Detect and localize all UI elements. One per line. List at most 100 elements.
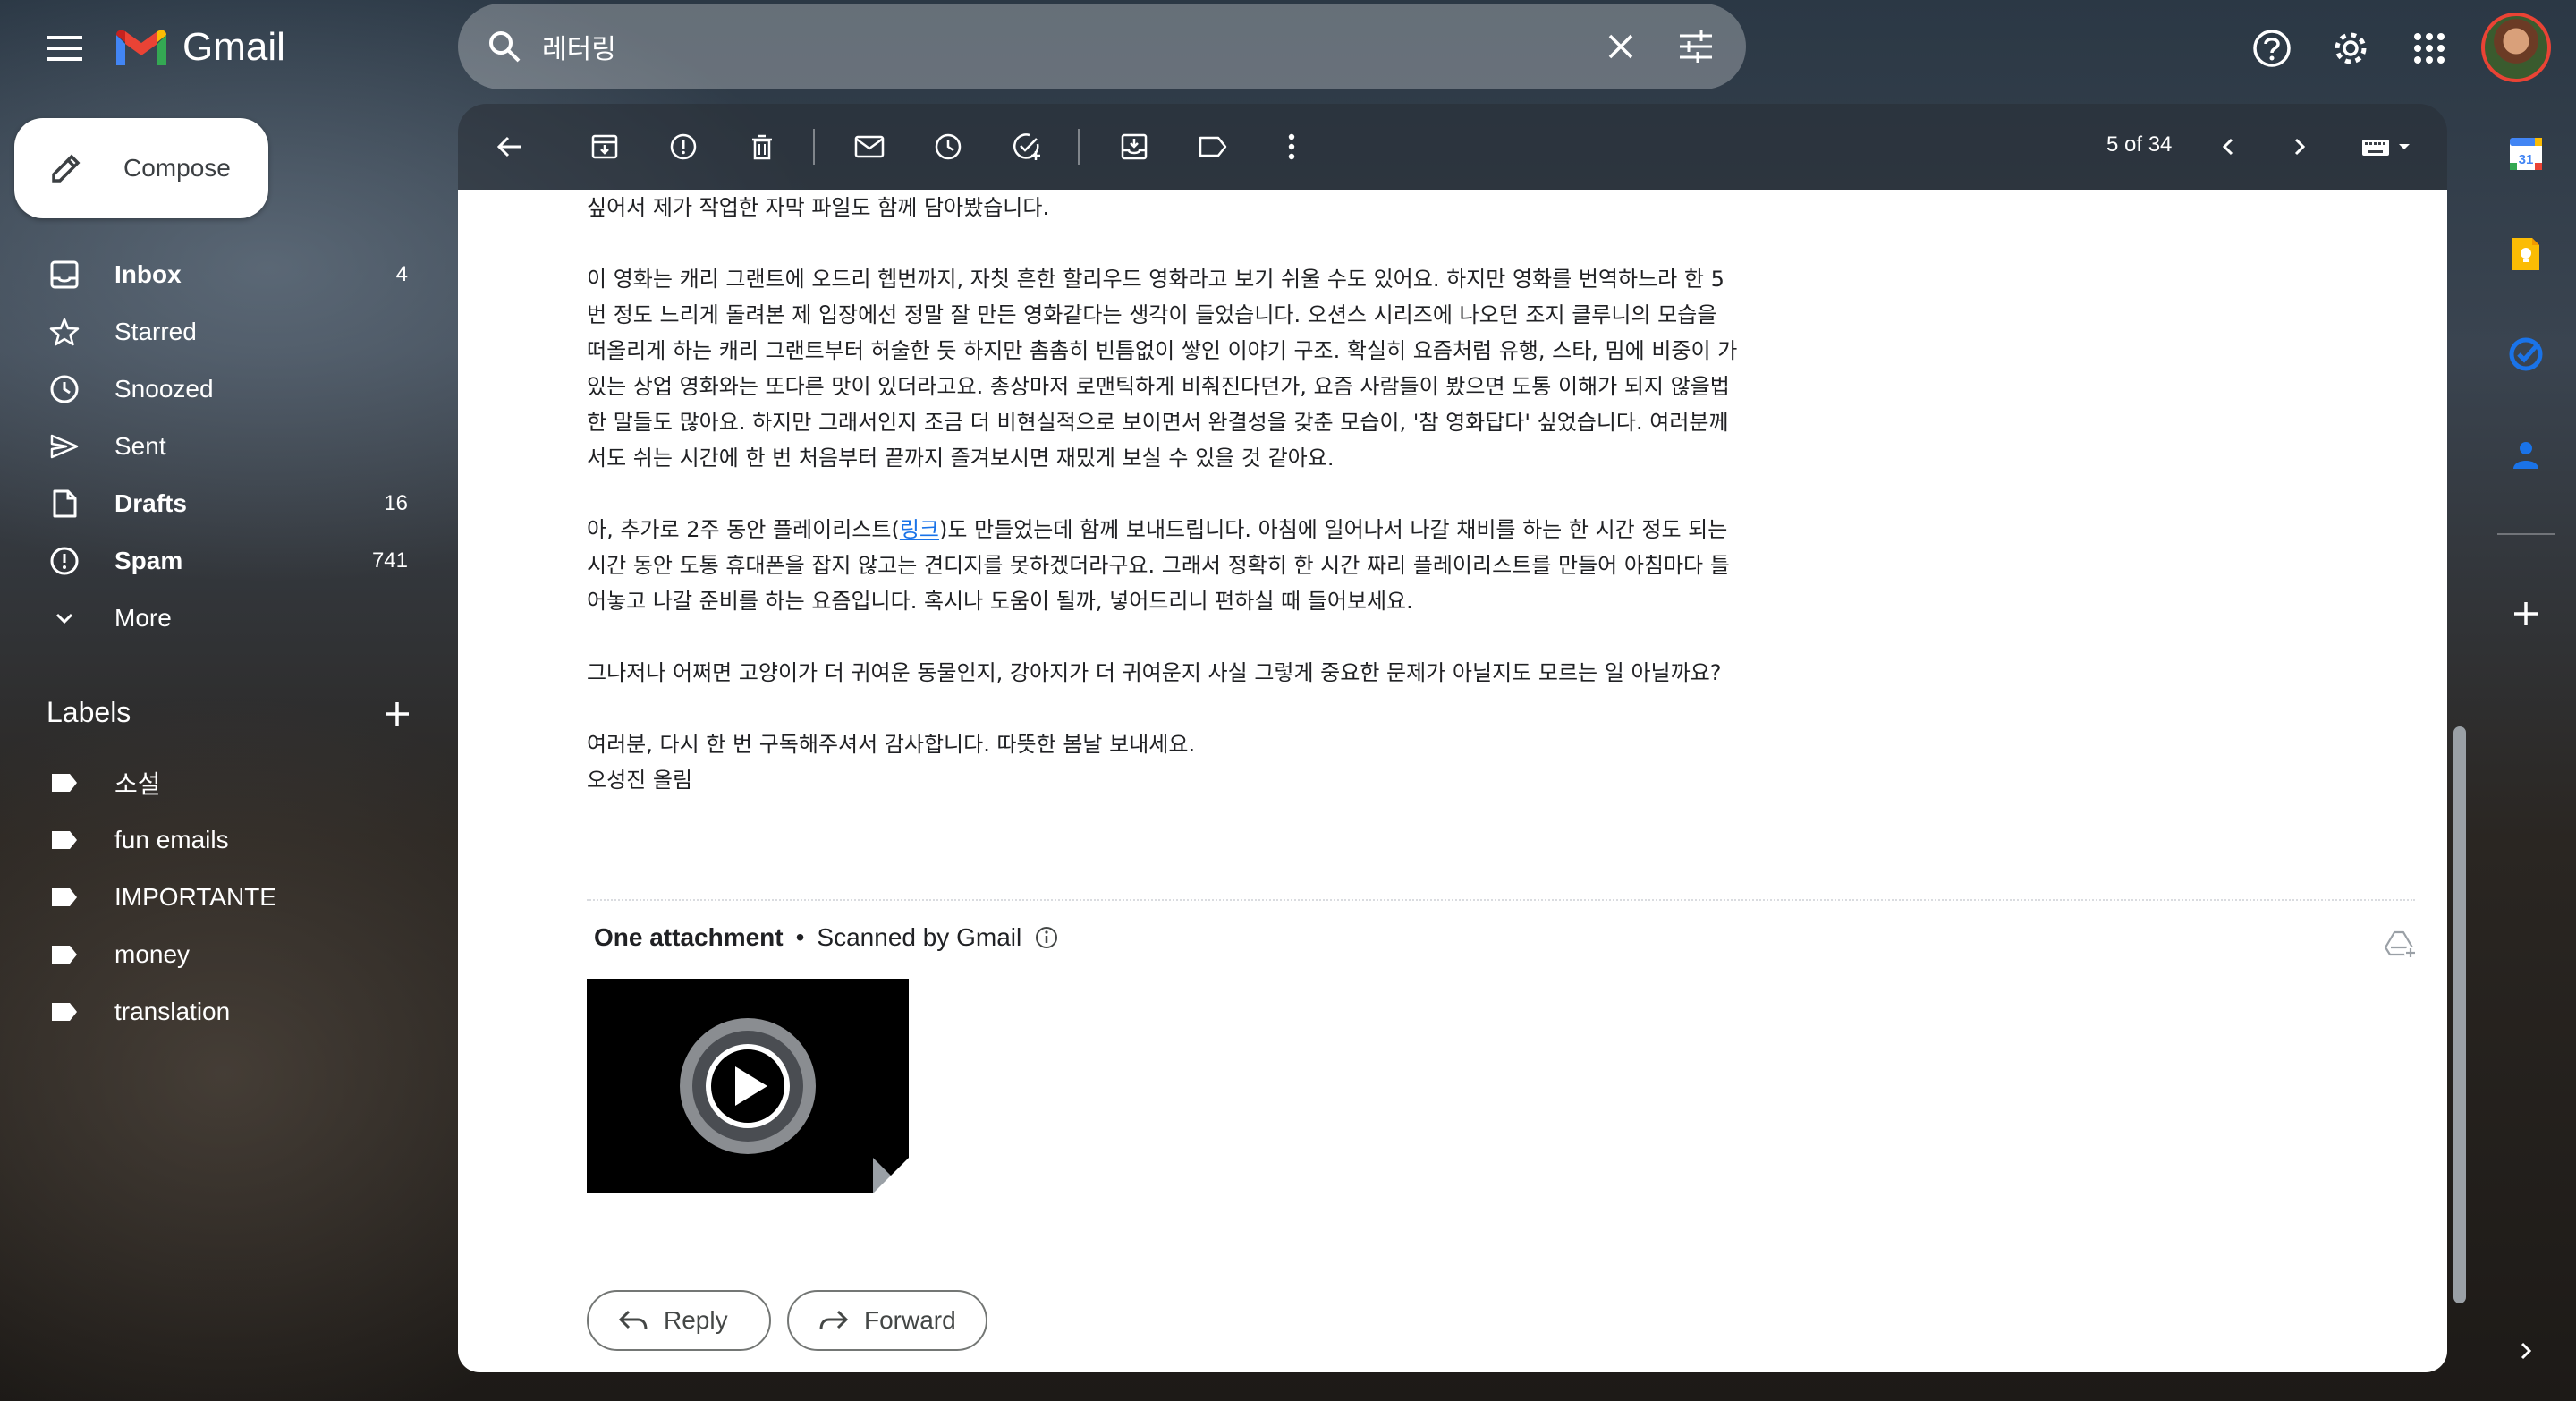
label-tag-icon	[52, 774, 77, 792]
reply-button[interactable]: Reply	[587, 1290, 771, 1351]
sidebar-nav: Inbox 4 Starred Snoozed Sent Drafts 16 S…	[0, 246, 429, 647]
keep-icon	[2512, 238, 2539, 270]
labels-button[interactable]	[1191, 125, 1234, 168]
search-icon	[489, 31, 521, 63]
create-label-button[interactable]	[376, 692, 419, 735]
closing-line: 여러분, 다시 한 번 구독해주셔서 감사합니다. 따뜻한 봄날 보내세요.	[587, 732, 1196, 757]
older-button[interactable]	[2207, 125, 2250, 168]
sidebar-item-sent[interactable]: Sent	[0, 418, 429, 475]
sidebar-item-label: Sent	[114, 432, 166, 460]
inbox-icon	[47, 257, 82, 293]
pencil-icon	[45, 147, 88, 190]
more-options-button[interactable]	[1270, 125, 1313, 168]
label-item[interactable]: translation	[0, 983, 429, 1040]
label-item[interactable]: 소설	[0, 754, 429, 811]
snooze-button[interactable]	[927, 125, 970, 168]
draft-count: 16	[384, 491, 408, 515]
label-tag-icon	[52, 946, 77, 964]
video-attachment-thumbnail[interactable]	[587, 979, 909, 1193]
info-icon[interactable]	[1034, 925, 1059, 950]
report-icon	[670, 133, 697, 160]
play-icon	[680, 1018, 816, 1154]
search-button[interactable]	[479, 21, 530, 72]
labels-list: 소설 fun emails IMPORTANTE money translati…	[0, 754, 429, 1040]
gmail-logo[interactable]: Gmail	[113, 25, 285, 70]
send-icon	[47, 429, 82, 464]
unread-count: 4	[395, 262, 408, 286]
delete-button[interactable]	[741, 125, 784, 168]
forward-button[interactable]: Forward	[787, 1290, 987, 1351]
chevron-right-icon	[2521, 1342, 2532, 1360]
mark-unread-button[interactable]	[848, 125, 891, 168]
arrow-back-icon	[496, 136, 521, 157]
account-avatar[interactable]	[2481, 13, 2551, 82]
sidebar-item-label: Starred	[114, 318, 197, 345]
label-tag-icon	[52, 831, 77, 849]
archive-button[interactable]	[583, 125, 626, 168]
signature: 오성진 올림	[587, 768, 693, 793]
body-paragraph: 그나저나 어쩌면 고양이가 더 귀여운 동물인지, 강아지가 더 귀여운지 사실…	[587, 660, 1722, 685]
body-paragraph: 싶어서 제가 작업한 자막 파일도 함께 담아봤습니다.	[587, 195, 1050, 220]
input-tools-button[interactable]	[2351, 125, 2422, 168]
sidebar-item-more[interactable]: More	[0, 590, 429, 647]
sidebar-item-drafts[interactable]: Drafts 16	[0, 475, 429, 532]
scan-status: Scanned by Gmail	[817, 923, 1022, 951]
tasks-icon	[2509, 337, 2543, 371]
help-icon	[2253, 30, 2291, 67]
back-button[interactable]	[488, 125, 531, 168]
contacts-icon	[2513, 442, 2538, 469]
label-icon	[1199, 136, 1227, 157]
side-panel-divider	[2497, 533, 2555, 535]
search-input[interactable]	[540, 30, 1596, 64]
tasks-app-button[interactable]	[2504, 333, 2547, 376]
support-button[interactable]	[2245, 21, 2299, 75]
settings-button[interactable]	[2324, 21, 2377, 75]
app-name: Gmail	[182, 25, 285, 69]
forward-icon	[816, 1303, 852, 1338]
keep-app-button[interactable]	[2504, 233, 2547, 276]
toolbar-divider	[1078, 129, 1080, 165]
label-name: fun emails	[114, 826, 229, 853]
calendar-app-button[interactable]: 31	[2504, 132, 2547, 175]
compose-label: Compose	[123, 154, 231, 182]
report-spam-button[interactable]	[662, 125, 705, 168]
hamburger-icon	[47, 36, 82, 61]
message-content: 싶어서 제가 작업한 자막 파일도 함께 담아봤습니다. 이 영화는 캐리 그랜…	[458, 190, 2447, 1372]
forward-label: Forward	[864, 1306, 956, 1334]
message-scrollbar[interactable]	[2453, 726, 2466, 1303]
move-to-button[interactable]	[1113, 125, 1156, 168]
newer-button[interactable]	[2277, 125, 2320, 168]
google-apps-button[interactable]	[2402, 21, 2456, 75]
archive-icon	[591, 134, 618, 159]
label-name: 소설	[114, 769, 161, 799]
sidebar-item-snoozed[interactable]: Snoozed	[0, 361, 429, 418]
sidebar-item-label: Inbox	[114, 260, 182, 288]
search-options-button[interactable]	[1671, 21, 1721, 72]
attachment-divider	[587, 899, 2415, 901]
sidebar-item-inbox[interactable]: Inbox 4	[0, 246, 429, 303]
contacts-app-button[interactable]	[2504, 433, 2547, 476]
body-text: 아, 추가로 2주 동안 플레이리스트(	[587, 517, 900, 542]
expand-side-panel-button[interactable]	[2504, 1329, 2547, 1372]
attachment-header: One attachment • Scanned by Gmail	[594, 923, 1059, 952]
search-bar[interactable]	[458, 4, 1746, 89]
clear-search-button[interactable]	[1596, 21, 1646, 72]
label-item[interactable]: IMPORTANTE	[0, 869, 429, 926]
sidebar-item-spam[interactable]: Spam 741	[0, 532, 429, 590]
sidebar-item-starred[interactable]: Starred	[0, 303, 429, 361]
add-to-drive-button[interactable]	[2381, 925, 2420, 964]
compose-button[interactable]: Compose	[14, 118, 268, 218]
attachment-count: One attachment	[594, 923, 784, 951]
add-to-tasks-button[interactable]	[1005, 125, 1048, 168]
chevron-right-icon	[2294, 138, 2306, 156]
spam-count: 741	[371, 548, 408, 573]
draft-file-icon	[47, 486, 82, 522]
main-menu-button[interactable]	[39, 23, 89, 73]
label-item[interactable]: fun emails	[0, 811, 429, 869]
clock-icon	[47, 371, 82, 407]
task-add-icon	[1013, 133, 1040, 160]
playlist-link[interactable]: 링크	[900, 517, 939, 542]
get-addons-button[interactable]	[2504, 592, 2547, 635]
label-item[interactable]: money	[0, 926, 429, 983]
sidebar-item-label: More	[114, 604, 172, 632]
